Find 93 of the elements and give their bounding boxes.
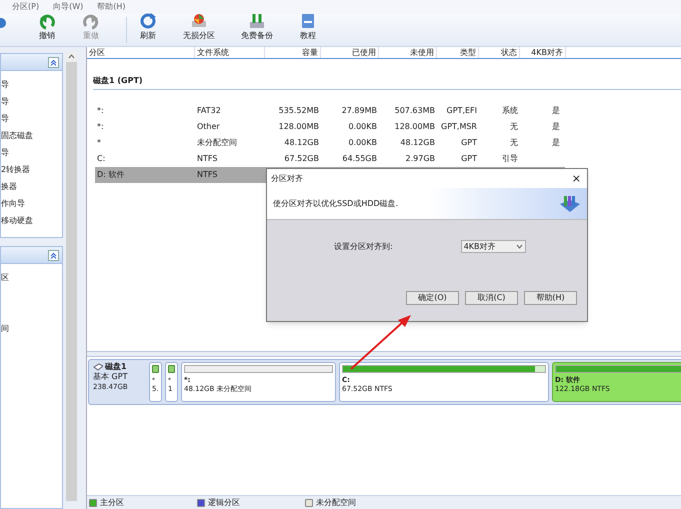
scrollbar[interactable] (66, 52, 77, 501)
disk-heading: 磁盘1 (GPT) (93, 75, 143, 87)
sidebar-item[interactable]: 导 (1, 144, 62, 161)
field-label: 设置分区对齐到: (334, 240, 393, 252)
refresh-icon (139, 12, 157, 30)
backup-icon (248, 12, 266, 30)
column-header[interactable]: 类型 (437, 47, 479, 58)
table-cell-text: 48.12GB (399, 137, 436, 149)
table-cell-text: 0.00KB (347, 121, 378, 133)
table-row[interactable]: *: Other 128.00MB 0.00KB 128.00MB GPT,MSR 无 是 (95, 119, 565, 135)
toolbar-button[interactable]: 教程 (293, 12, 323, 46)
table-cell-text: Other (196, 121, 221, 133)
table-cell-text: C: (96, 153, 106, 165)
table-cell-text: GPT,EFI (446, 105, 478, 117)
redo-icon (82, 12, 100, 30)
column-header[interactable]: 未使用 (379, 47, 437, 58)
column-header[interactable]: 状态 (479, 47, 520, 58)
dialog-button[interactable]: 帮助(H) (524, 291, 577, 305)
caret-icon (516, 244, 523, 249)
disk-align-icon (559, 194, 581, 212)
table-cell-text: *: (96, 105, 105, 117)
sidebar-item[interactable]: 导 (1, 93, 62, 110)
table-cell-text: 是 (551, 121, 561, 133)
sidebar-item[interactable]: 导 (1, 110, 62, 127)
sidebar-item[interactable]: 固态磁盘 (1, 127, 62, 144)
table-cell-text: 引导 (501, 153, 519, 165)
table-cell-text: NTFS (196, 169, 218, 181)
legend-label: 逻辑分区 (208, 496, 240, 508)
arrow-annotation (350, 315, 411, 370)
dialog-description: 使分区对齐以优化SSD或HDD磁盘. (273, 198, 398, 210)
sidebar-item[interactable]: 2转换器 (1, 161, 62, 178)
disk-icon (190, 12, 208, 30)
table-cell-text: 无 (509, 121, 519, 133)
table-cell-text: 507.63MB (394, 105, 436, 117)
dialog-title: 分区对齐 (271, 172, 303, 184)
table-cell-text: 535.52MB (278, 105, 320, 117)
column-header[interactable]: 文件系统 (195, 47, 265, 58)
partition-swatch (168, 365, 175, 373)
table-cell-text: 27.89MB (340, 105, 378, 117)
table-cell-text: NTFS (196, 153, 218, 165)
table-cell-text: * (96, 137, 102, 149)
undo-icon (38, 12, 56, 30)
legend-label: 未分配空间 (316, 496, 356, 508)
column-header[interactable]: 容量 (265, 47, 321, 58)
toolbar-button[interactable]: 撤销 (32, 12, 62, 46)
table-cell-text: GPT,MSR (440, 121, 478, 133)
table-cell-text: *: (96, 121, 105, 133)
sidebar-item[interactable]: 换器 (1, 178, 62, 195)
menu-item[interactable]: 帮助(H) (97, 1, 126, 13)
sidebar-item[interactable]: 间 (1, 320, 62, 337)
table-row[interactable]: * 未分配空间 48.12GB 0.00KB 48.12GB GPT 无 是 (95, 135, 565, 151)
table-row[interactable]: C: NTFS 67.52GB 64.55GB 2.97GB GPT 引导 (95, 151, 565, 167)
table-cell-text: 2.97GB (404, 153, 436, 165)
column-header[interactable]: 分区 (87, 47, 195, 58)
sidebar-item[interactable]: 区 (1, 269, 62, 286)
table-row[interactable]: *: FAT32 535.52MB 27.89MB 507.63MB GPT,EFI 系统 是 (95, 103, 565, 119)
table-cell-text: GPT (460, 137, 478, 149)
sidebar-item[interactable]: 移动硬盘 (1, 212, 62, 229)
disk-type: 基本 GPT (93, 372, 128, 382)
table-cell-text: 67.52GB (283, 153, 320, 165)
close-button[interactable]: × (570, 173, 583, 184)
sidebar-item[interactable]: 导 (1, 76, 62, 93)
collapse-icon[interactable] (48, 250, 59, 260)
column-header[interactable]: 已使用 (321, 47, 379, 58)
table-cell-text: FAT32 (196, 105, 222, 117)
alignment-dropdown[interactable]: 4KB对齐 (460, 240, 526, 253)
table-cell-text: 是 (551, 105, 561, 117)
table-cell-text: 系统 (501, 105, 519, 117)
dialog-button[interactable]: 确定(O) (406, 291, 459, 305)
table-cell-text: 无 (509, 137, 519, 149)
table-cell-text: 0.00KB (347, 137, 378, 149)
table-cell-text: 128.00MB (278, 121, 320, 133)
toolbar-button[interactable]: 无损分区 (177, 12, 221, 46)
collapse-icon[interactable] (48, 56, 59, 68)
menu-item[interactable]: 向导(W) (53, 1, 84, 13)
toolbar-icon[interactable] (0, 18, 6, 28)
scroll-up-icon[interactable] (66, 52, 77, 62)
table-cell-text: D: 软件 (96, 169, 126, 181)
menu-item[interactable]: 分区(P) (12, 1, 40, 13)
partition-swatch (152, 365, 159, 373)
toolbar-button[interactable]: 免费备份 (235, 12, 279, 46)
sidebar-item[interactable]: 作向导 (1, 195, 62, 212)
table-cell-text: GPT (460, 153, 478, 165)
table-cell-text: 64.55GB (341, 153, 378, 165)
table-cell-text: 48.12GB (283, 137, 320, 149)
disk-name: 磁盘1 (105, 362, 127, 372)
toolbar-button[interactable]: 刷新 (133, 12, 163, 46)
column-header[interactable]: 4KB对齐 (520, 47, 566, 58)
dialog-button[interactable]: 取消(C) (465, 291, 518, 305)
legend-label: 主分区 (100, 496, 124, 508)
table-cell-text: 未分配空间 (196, 137, 238, 149)
table-cell-text: 是 (551, 137, 561, 149)
table-cell-text: 128.00MB (394, 121, 436, 133)
